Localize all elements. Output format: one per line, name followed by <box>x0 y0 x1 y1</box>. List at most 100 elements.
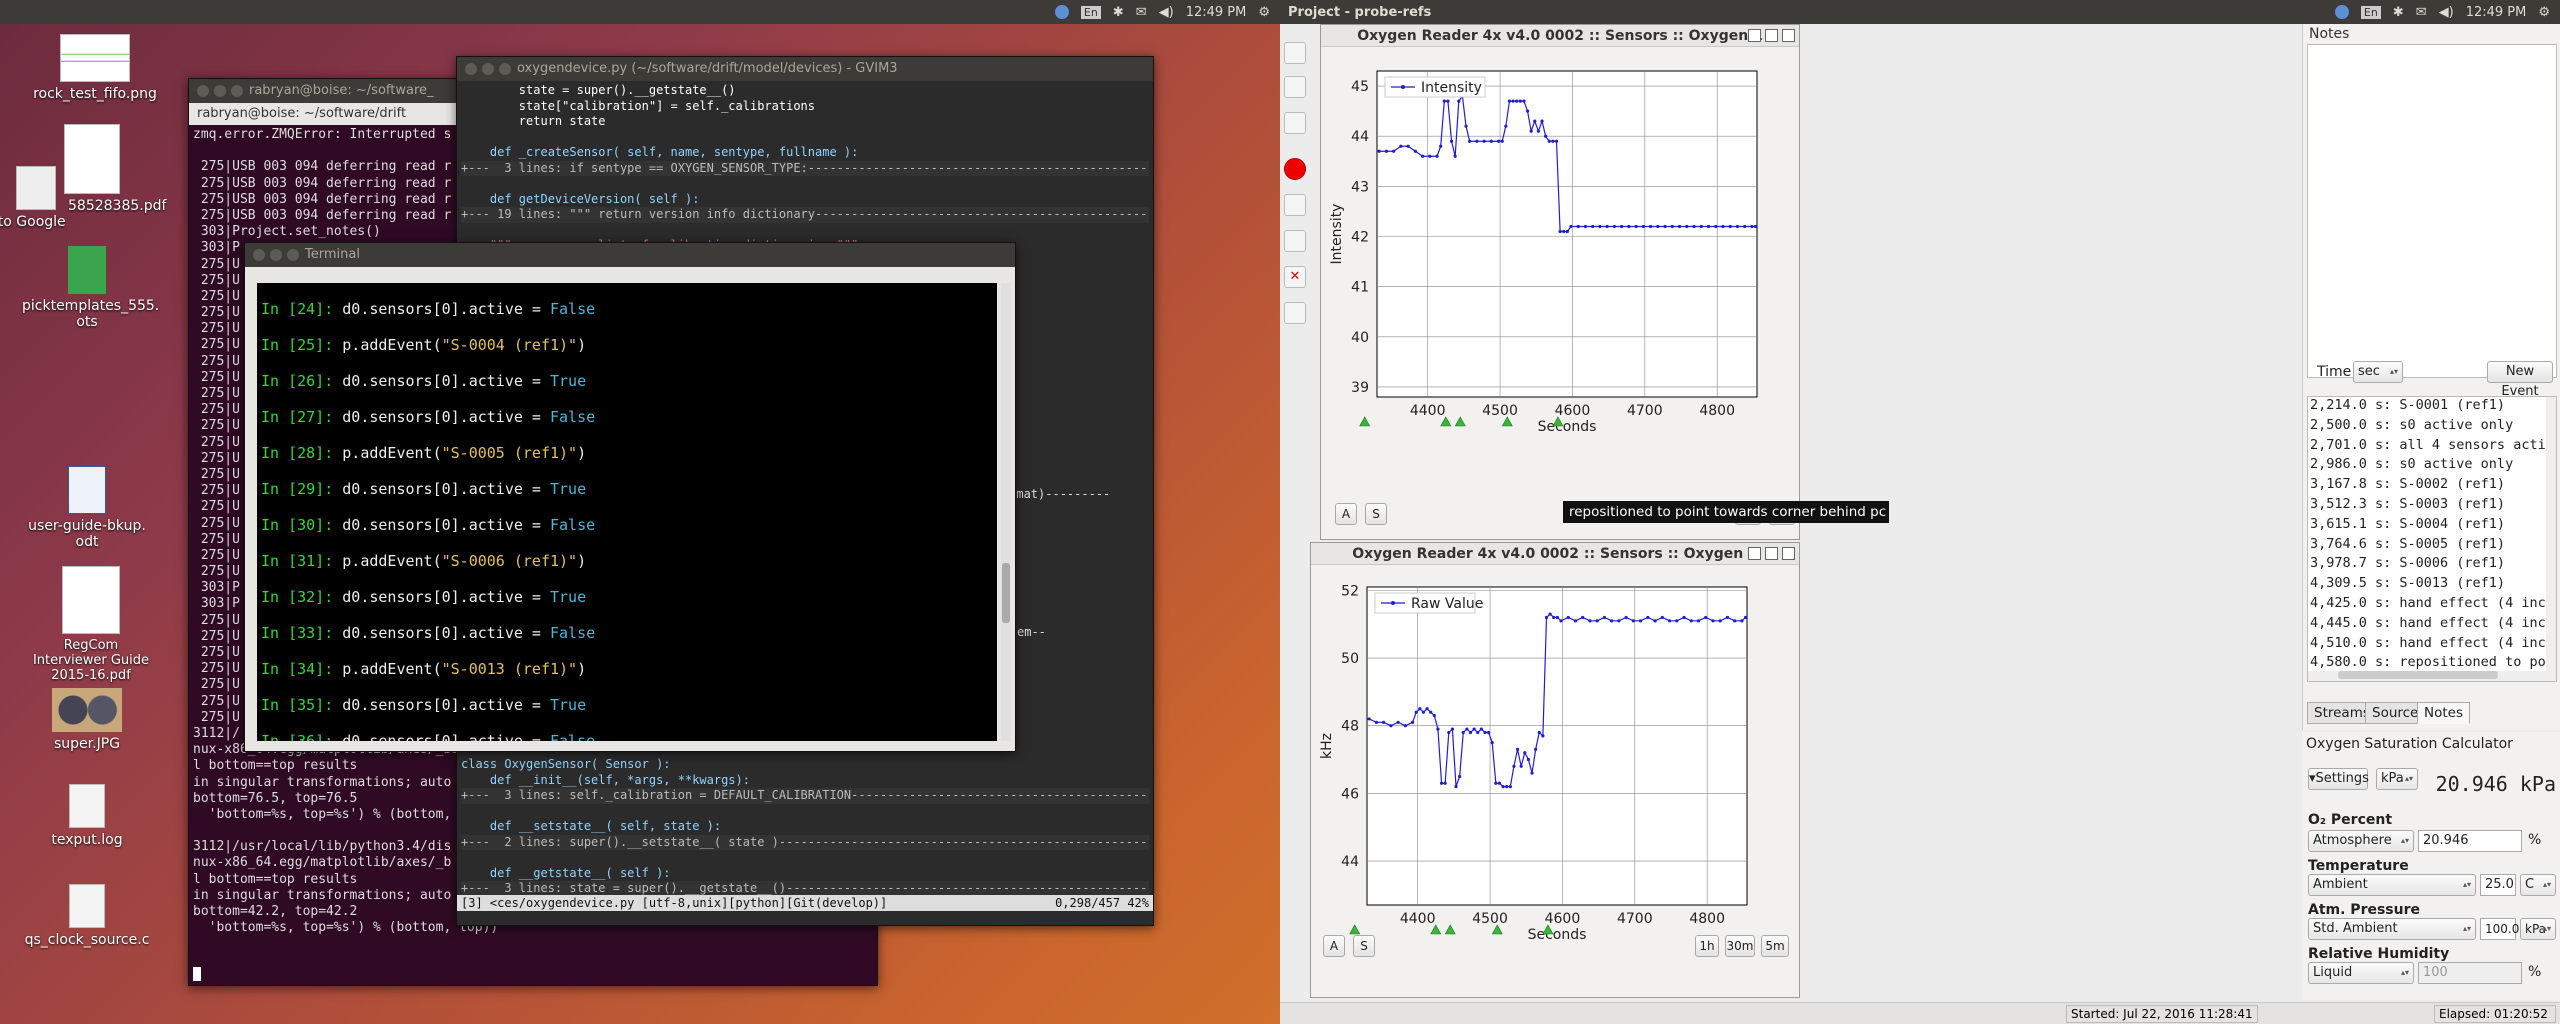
event-item[interactable]: 2,214.0 s: S-0001 (ref1) <box>2310 397 2554 417</box>
pressure-mode-select[interactable]: Std. Ambient <box>2308 918 2476 940</box>
autoscale-button[interactable]: A <box>1335 503 1357 525</box>
add-device-icon[interactable] <box>1284 230 1306 252</box>
minimize-button[interactable] <box>1748 547 1761 560</box>
ipython-terminal-window[interactable]: Terminal In [24]: d0.sensors[0].active =… <box>244 242 1016 752</box>
window-controls[interactable] <box>253 249 299 261</box>
mail-icon[interactable]: ✉ <box>1136 5 1147 20</box>
close-button[interactable] <box>1782 547 1795 560</box>
close-button[interactable] <box>1782 29 1795 42</box>
clock[interactable]: 12:49 PM <box>2466 5 2527 20</box>
event-item[interactable]: 3,615.1 s: S-0004 (ref1) <box>2310 516 2554 536</box>
save-icon[interactable] <box>1284 112 1306 134</box>
range-5m-button[interactable]: 5m <box>1761 935 1789 957</box>
desktop-icon-texput[interactable]: texput.log <box>22 784 152 848</box>
temperature-unit-select[interactable]: C <box>2520 874 2556 896</box>
keyboard-lang-indicator[interactable]: En <box>1080 5 1101 19</box>
pressure-value-input[interactable]: 100.00 <box>2480 918 2527 940</box>
clock[interactable]: 12:49 PM <box>1186 5 1247 20</box>
plot-window-intensity[interactable]: Oxygen Reader 4x v4.0 0002 :: Sensors ::… <box>1320 24 1889 540</box>
close-icon[interactable]: ✕ <box>1284 266 1306 288</box>
ipython-title-bar[interactable]: Terminal <box>245 243 1015 267</box>
notes-editor[interactable] <box>2307 44 2557 378</box>
o2-value-input[interactable]: 20.946 <box>2418 830 2522 852</box>
network-icon[interactable] <box>1054 5 1069 19</box>
minimize-button[interactable] <box>214 85 226 97</box>
event-item[interactable]: 3,764.6 s: S-0005 (ref1) <box>2310 536 2554 556</box>
plot-window-title[interactable]: Oxygen Reader 4x v4.0 0002 :: Sensors ::… <box>1321 25 1799 47</box>
event-list[interactable]: 2,214.0 s: S-0001 (ref1) 2,500.0 s: s0 ac… <box>2307 396 2557 682</box>
record-icon[interactable] <box>1284 158 1306 180</box>
event-item[interactable]: 3,167.8 s: S-0002 (ref1) <box>2310 476 2554 496</box>
scrollbar-horizontal[interactable] <box>2308 671 2556 681</box>
event-item[interactable]: 4,309.5 s: S-0013 (ref1) <box>2310 575 2554 595</box>
plot-icon[interactable] <box>1284 194 1306 216</box>
autoscale-button[interactable]: A <box>1323 935 1345 957</box>
minimize-button[interactable] <box>1748 29 1761 42</box>
event-item[interactable]: 4,510.0 s: hand effect (4 inches) <box>2310 635 2556 655</box>
scrollbar-thumb[interactable] <box>2338 671 2498 679</box>
maximize-button[interactable] <box>499 63 511 75</box>
network-icon[interactable] <box>2334 5 2349 19</box>
lock-icon[interactable] <box>1284 302 1306 324</box>
mail-icon[interactable]: ✉ <box>2416 5 2427 20</box>
event-item[interactable]: 2,986.0 s: s0 active only <box>2310 456 2554 476</box>
scrollbar[interactable] <box>2546 397 2556 681</box>
minimize-button[interactable] <box>270 249 282 261</box>
o2-mode-select[interactable]: Atmosphere <box>2308 830 2414 852</box>
range-1h-button[interactable]: 1h <box>1695 935 1719 957</box>
range-30m-button[interactable]: 30m <box>1725 935 1755 957</box>
scroll-button[interactable]: S <box>1365 503 1387 525</box>
window-controls[interactable] <box>465 63 511 75</box>
ipython-console[interactable]: In [24]: d0.sensors[0].active = False In … <box>257 283 997 741</box>
scrollbar[interactable] <box>1001 283 1011 741</box>
vim-editor-top[interactable]: state = super().__getstate__() state["ca… <box>457 81 1153 254</box>
unit-select[interactable]: kPa <box>2376 768 2418 790</box>
window-controls[interactable] <box>197 85 243 97</box>
tab-notes[interactable]: Notes <box>2417 702 2470 724</box>
temperature-mode-select[interactable]: Ambient <box>2308 874 2476 896</box>
plot-window-raw[interactable]: Oxygen Reader 4x v4.0 0002 :: Sensors ::… <box>1310 542 1800 998</box>
close-button[interactable] <box>253 249 265 261</box>
scroll-button[interactable]: S <box>1353 935 1375 957</box>
minimize-button[interactable] <box>482 63 494 75</box>
plot-window-title[interactable]: Oxygen Reader 4x v4.0 0002 :: Sensors ::… <box>1311 543 1799 565</box>
volume-icon[interactable]: ◀) <box>1159 5 1174 20</box>
desktop-icon-qs-clock[interactable]: qs_clock_source.c <box>22 884 152 948</box>
pressure-unit-select[interactable]: kPa <box>2520 918 2556 940</box>
desktop-icon-super-jpg[interactable]: super.JPG <box>22 688 152 752</box>
intensity-chart[interactable]: 4400 4500 4600 4700 4800 39 40 41 42 43 44 45 Intens… <box>1321 47 1799 493</box>
new-project-icon[interactable] <box>1284 42 1306 64</box>
bluetooth-icon[interactable]: ✱ <box>1113 5 1124 20</box>
maximize-button[interactable] <box>1765 29 1778 42</box>
humidity-mode-select[interactable]: Liquid <box>2308 962 2414 984</box>
bluetooth-icon[interactable]: ✱ <box>2393 5 2404 20</box>
maximize-button[interactable] <box>287 249 299 261</box>
maximize-button[interactable] <box>231 85 243 97</box>
gear-icon[interactable]: ⚙ <box>1258 5 1270 20</box>
desktop-icon-regcom[interactable]: RegCom Interviewer Guide 2015-16.pdf <box>26 566 156 683</box>
close-button[interactable] <box>465 63 477 75</box>
temperature-value-input[interactable]: 25.0 <box>2480 874 2516 896</box>
volume-icon[interactable]: ◀) <box>2439 5 2454 20</box>
time-unit-select[interactable]: sec <box>2353 361 2403 383</box>
event-item[interactable]: 4,445.0 s: hand effect (4 inches) <box>2310 615 2556 635</box>
event-item[interactable]: 3,978.7 s: S-0006 (ref1) <box>2310 555 2554 575</box>
desktop-icon-picktemplates[interactable]: picktemplates_555. ots <box>22 246 159 330</box>
event-item[interactable]: 2,500.0 s: s0 active only <box>2310 417 2554 437</box>
desktop-icon-rock-test[interactable]: rock_test_fifo.png <box>30 34 160 102</box>
close-button[interactable] <box>197 85 209 97</box>
settings-button[interactable]: ▾Settings <box>2308 768 2369 790</box>
open-icon[interactable] <box>1284 76 1306 98</box>
maximize-button[interactable] <box>1765 547 1778 560</box>
new-event-button[interactable]: New Event <box>2487 361 2553 399</box>
raw-value-chart[interactable]: 4400 4500 4600 4700 4800 44 46 48 50 52 Raw Value k… <box>1311 565 1799 955</box>
gvim-title-bar[interactable]: oxygendevice.py (~/software/drift/model/… <box>457 57 1153 81</box>
event-item[interactable]: 3,512.3 s: S-0003 (ref1) <box>2310 496 2554 516</box>
desktop-icon-user-guide[interactable]: user-guide-bkup. odt <box>22 466 152 550</box>
event-item[interactable]: 2,701.0 s: all 4 sensors active <box>2310 437 2556 457</box>
scrollbar-thumb[interactable] <box>1002 563 1010 623</box>
event-item[interactable]: 4,425.0 s: hand effect (4 inches) <box>2310 595 2556 615</box>
desktop-icon-link[interactable]: nk to Google <box>0 166 86 230</box>
gear-icon[interactable]: ⚙ <box>2538 5 2550 20</box>
vim-editor-bottom[interactable]: class OxygenSensor( Sensor ): def __init… <box>457 757 1153 897</box>
